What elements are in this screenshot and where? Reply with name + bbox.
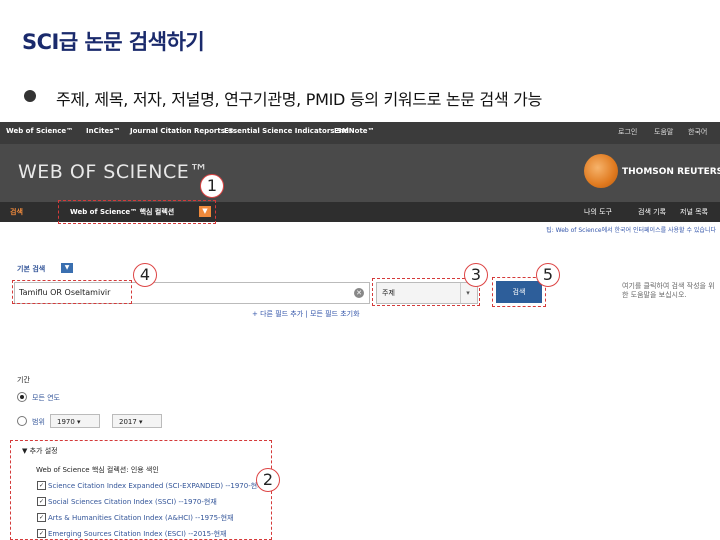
login-link[interactable]: 로그인	[618, 127, 637, 137]
marker-1: 1	[200, 174, 224, 198]
year-to-value: 2017	[119, 418, 137, 426]
product-bar: Web of Science™ InCites™ Journal Citatio…	[0, 122, 720, 144]
add-field-link[interactable]: + 다른 필드 추가	[252, 310, 303, 318]
nav-my-tools[interactable]: 나의 도구	[584, 207, 612, 217]
bullet-text: 주제, 제목, 저자, 저널명, 연구기관명, PMID 등의 키워드로 논문 …	[56, 90, 543, 109]
marker-2: 2	[256, 468, 280, 492]
marker-5: 5	[536, 263, 560, 287]
annotation-box-field	[372, 278, 480, 306]
year-from-value: 1970	[57, 418, 75, 426]
radio-range-label[interactable]: 범위	[32, 417, 45, 427]
nav-journal-list[interactable]: 저널 목록	[680, 207, 708, 217]
radio-range[interactable]	[17, 416, 27, 426]
wos-screenshot: Web of Science™ InCites™ Journal Citatio…	[0, 122, 720, 540]
reset-fields-link[interactable]: 모든 필드 초기화	[310, 310, 360, 318]
basic-search-label[interactable]: 기본 검색	[17, 264, 45, 274]
thomson-reuters-globe-icon	[584, 154, 618, 188]
link-incites[interactable]: InCites™	[86, 127, 120, 135]
chevron-down-icon[interactable]: ▼	[61, 263, 73, 273]
slide-title: SCI급 논문 검색하기	[22, 30, 205, 54]
notice-text[interactable]: 팁: Web of Science에서 한국어 인터페이스를 사용할 수 있습니…	[546, 225, 716, 234]
link-esi[interactable]: Essential Science Indicators SM	[224, 127, 349, 135]
annotation-box-database	[58, 200, 216, 224]
annotation-box-more-settings	[10, 440, 272, 540]
help-link[interactable]: 도움말	[654, 127, 673, 137]
year-from-select[interactable]: 1970 ▾	[50, 414, 100, 428]
wos-logo[interactable]: WEB OF SCIENCE™	[18, 161, 209, 183]
radio-all-years-label[interactable]: 모든 연도	[32, 393, 60, 403]
banner: WEB OF SCIENCE™ THOMSON REUTERS™	[0, 144, 720, 202]
link-endnote[interactable]: EndNote™	[334, 127, 375, 135]
annotation-box-search-input	[12, 280, 132, 304]
language-link[interactable]: 한국어	[688, 127, 707, 137]
period-label: 기간	[17, 376, 30, 384]
link-jcr[interactable]: Journal Citation Reports ®	[130, 127, 234, 135]
year-to-select[interactable]: 2017 ▾	[112, 414, 162, 428]
clear-icon[interactable]: ✕	[354, 288, 364, 298]
nav-search-history[interactable]: 검색 기록	[638, 207, 666, 217]
publisher-logo: THOMSON REUTERS™	[622, 167, 720, 177]
marker-3: 3	[464, 263, 488, 287]
help-note[interactable]: 여기를 클릭하여 검색 작성을 위한 도움말을 보십시오.	[622, 282, 718, 300]
field-links: + 다른 필드 추가 | 모든 필드 초기화	[252, 309, 360, 319]
link-web-of-science[interactable]: Web of Science™	[6, 127, 73, 135]
radio-all-years[interactable]	[17, 392, 27, 402]
bullet-dot	[24, 90, 36, 102]
tab-search[interactable]: 검색	[10, 207, 23, 217]
marker-4: 4	[133, 263, 157, 287]
